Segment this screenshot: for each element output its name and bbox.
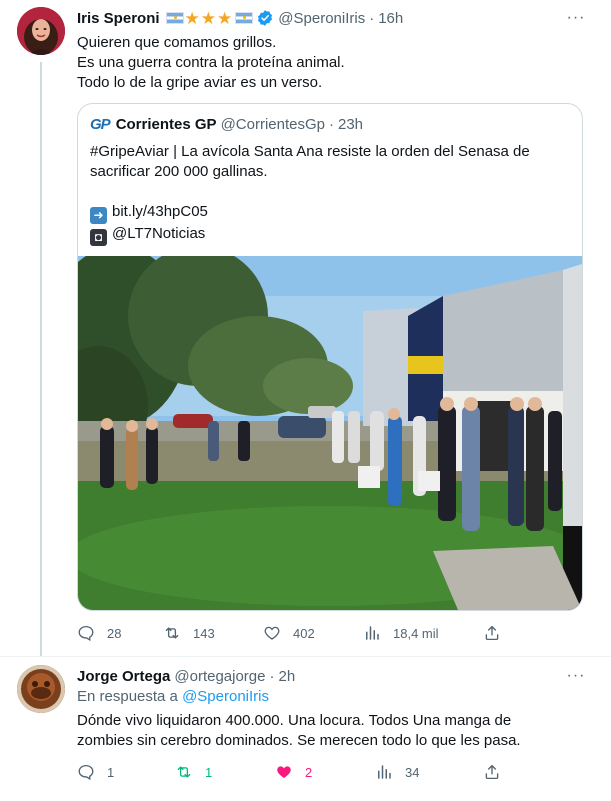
like-button[interactable]: 402 xyxy=(263,623,315,643)
separator-dot: · xyxy=(329,116,334,133)
quoted-tweet-time[interactable]: 23h xyxy=(338,116,363,133)
share-icon xyxy=(485,625,499,641)
reply-count: 28 xyxy=(107,625,122,641)
share-icon xyxy=(485,764,499,780)
author-name[interactable]: Jorge Ortega xyxy=(77,668,170,685)
star-emoji: ★ xyxy=(184,8,200,28)
argentina-flag-emoji xyxy=(235,12,254,24)
tweet-time[interactable]: 2h xyxy=(279,668,296,685)
share-button[interactable] xyxy=(483,623,501,643)
reply-prefix: En respuesta a xyxy=(77,688,178,705)
poultry-farm-photo xyxy=(78,256,582,610)
retweet-button[interactable]: 1 xyxy=(175,762,212,782)
quoted-credit[interactable]: @LT7Noticias xyxy=(112,225,205,242)
retweet-icon xyxy=(165,627,179,639)
quoted-author-handle[interactable]: @CorrientesGp xyxy=(221,116,325,133)
reply-icon xyxy=(78,764,94,781)
tweet-text: Quieren que comamos grillos. Es una guer… xyxy=(77,33,345,93)
like-button[interactable]: 2 xyxy=(275,762,312,782)
tweet-actions: 28 143 402 18,4 mil xyxy=(77,623,507,643)
star-emoji: ★ xyxy=(217,8,233,28)
reply-context: En respuesta a @SperoniIris xyxy=(77,688,269,705)
avatar[interactable] xyxy=(17,7,65,55)
reply-button[interactable]: 1 xyxy=(77,762,114,782)
retweet-button[interactable]: 143 xyxy=(163,623,215,643)
quoted-tweet-text: #GripeAviar | La avícola Santa Ana resis… xyxy=(90,142,574,246)
star-emoji: ★ xyxy=(200,8,217,28)
quoted-link-line: ➜ bit.ly/43hpC05 xyxy=(90,202,574,224)
views-button[interactable]: 18,4 mil xyxy=(363,623,439,643)
like-count: 2 xyxy=(305,764,313,780)
thread-connector-line xyxy=(40,62,42,656)
separator-dot: · xyxy=(369,9,375,27)
tweet-text-line: Quieren que comamos grillos. xyxy=(77,34,277,51)
quoted-credit-line: ◘ @LT7Noticias xyxy=(90,224,574,246)
right-arrow-emoji-icon: ➜ xyxy=(90,207,107,224)
views-button[interactable]: 34 xyxy=(375,762,419,782)
avatar[interactable] xyxy=(17,665,65,713)
corrientes-gp-logo: GP xyxy=(90,116,111,133)
retweet-count: 143 xyxy=(193,625,215,641)
author-handle[interactable]: @SperoniIris xyxy=(278,10,365,27)
heart-icon xyxy=(264,626,280,640)
like-count: 402 xyxy=(293,625,315,641)
tweet-header: Jorge Ortega @ortegajorge · 2h xyxy=(77,665,295,687)
quoted-text-headline: #GripeAviar | La avícola Santa Ana resis… xyxy=(90,143,530,180)
author-handle[interactable]: @ortegajorge xyxy=(174,668,265,685)
more-options-icon[interactable]: ··· xyxy=(566,668,586,690)
retweet-icon xyxy=(177,766,191,778)
argentina-flag-emoji xyxy=(165,12,184,24)
views-count: 18,4 mil xyxy=(393,625,439,641)
tweet-main[interactable]: Iris Speroni ★ ★ ★ @SperoniIris · 16h ··… xyxy=(0,0,611,656)
avatar-jorge-photo xyxy=(17,665,65,713)
tweet-text-line: Es una guerra contra la proteína animal. xyxy=(77,54,345,71)
avatar-iris-photo xyxy=(17,7,65,55)
views-chart-icon xyxy=(378,765,391,779)
tweet-text-line: Todo lo de la gripe aviar es un verso. xyxy=(77,74,323,91)
share-button[interactable] xyxy=(483,762,501,782)
reply-button[interactable]: 28 xyxy=(77,623,121,643)
tweet-header: Iris Speroni ★ ★ ★ @SperoniIris · 16h xyxy=(77,7,403,29)
views-count: 34 xyxy=(405,764,420,780)
quoted-tweet-photo[interactable] xyxy=(78,256,582,610)
tweet-text: Dónde vivo liquidaron 400.000. Una locur… xyxy=(77,712,521,749)
views-chart-icon xyxy=(366,626,379,640)
tweet-time[interactable]: 16h xyxy=(378,10,403,27)
reply-count: 1 xyxy=(107,764,115,780)
quoted-link[interactable]: bit.ly/43hpC05 xyxy=(112,203,208,220)
camera-emoji-icon: ◘ xyxy=(90,229,107,246)
quoted-tweet-header: GP Corrientes GP @CorrientesGp · 23h xyxy=(90,116,363,133)
more-options-icon[interactable]: ··· xyxy=(566,10,586,32)
quoted-tweet[interactable]: GP Corrientes GP @CorrientesGp · 23h #Gr… xyxy=(77,103,583,611)
quoted-author-name[interactable]: Corrientes GP xyxy=(116,116,217,133)
heart-filled-icon xyxy=(277,766,291,778)
separator-dot: · xyxy=(269,667,275,685)
reply-to-handle-link[interactable]: @SperoniIris xyxy=(182,688,269,705)
author-name[interactable]: Iris Speroni xyxy=(77,10,160,27)
verified-badge-icon[interactable] xyxy=(256,9,274,27)
tweet-actions: 1 1 2 34 xyxy=(77,762,507,782)
retweet-count: 1 xyxy=(205,764,213,780)
reply-icon xyxy=(78,625,94,642)
